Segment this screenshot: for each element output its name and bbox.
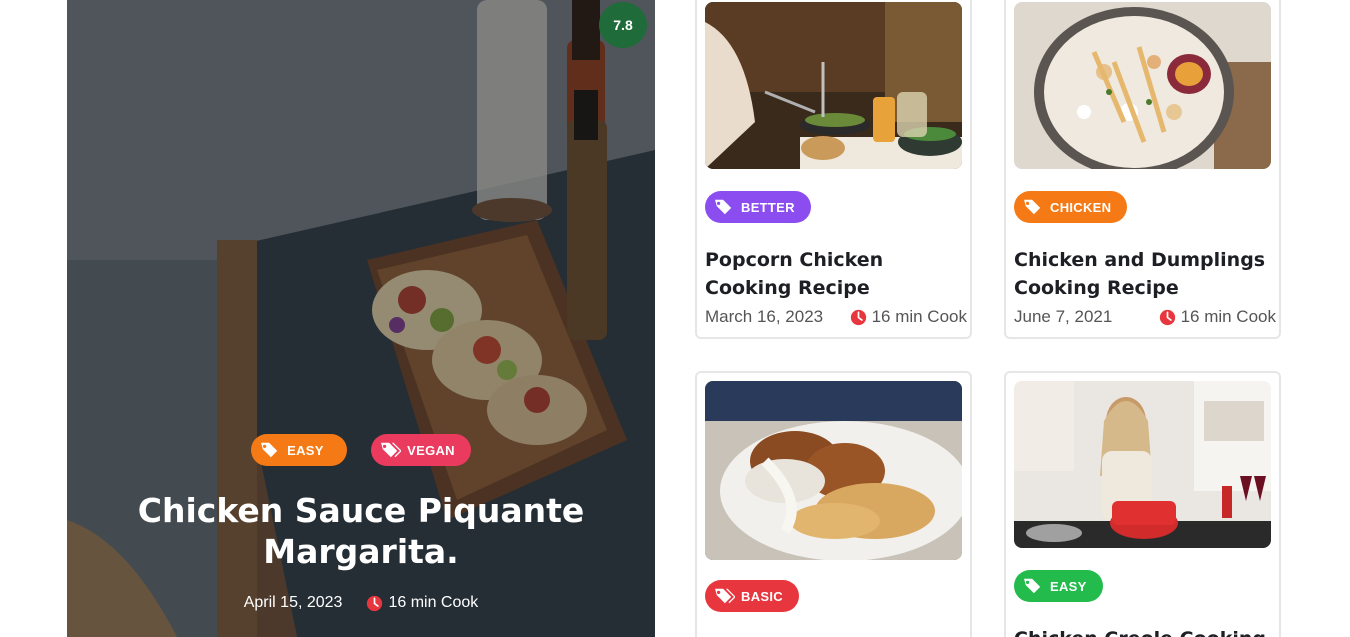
recipe-card[interactable]: CHICKEN Chicken and Dumplings Cooking Re… [1004, 0, 1281, 339]
tag-icon [715, 588, 735, 604]
cook-time-label: 16 min Cook [1180, 307, 1276, 326]
cook-time: 16 min Cook [850, 307, 967, 327]
cook-time-label: 16 min Cook [871, 307, 967, 326]
post-date: April 15, 2023 [243, 594, 343, 611]
recipe-title[interactable]: Chicken and Dumplings Cooking Recipe [1014, 246, 1276, 302]
recipe-image [1014, 2, 1271, 169]
tag-easy[interactable]: EASY [1014, 570, 1103, 602]
tag-label: VEGAN [407, 442, 455, 458]
recipe-title[interactable]: Popcorn Chicken Cooking Recipe [705, 246, 967, 302]
post-date: March 16, 2023 [705, 307, 824, 326]
clock-icon [850, 309, 866, 325]
rating-badge: 7.8 [599, 2, 647, 48]
cook-time: 16 min Cook [1159, 307, 1276, 327]
recipe-card[interactable]: EASY Chicken Creole Cooking [1004, 371, 1281, 637]
tag-chicken[interactable]: CHICKEN [1014, 191, 1128, 223]
recipe-image [1014, 381, 1271, 548]
recipe-image [705, 381, 962, 560]
clock-icon [367, 595, 383, 611]
tag-icon [1024, 199, 1041, 215]
cook-time: 16 min Cook [366, 594, 478, 612]
cook-time-label: 16 min Cook [388, 594, 479, 611]
clock-icon [1159, 309, 1175, 325]
tag-label: CHICKEN [1050, 199, 1112, 215]
tag-label: BETTER [741, 199, 795, 215]
tag-better[interactable]: BETTER [705, 191, 811, 223]
tag-basic[interactable]: BASIC [705, 580, 799, 612]
featured-recipe-card[interactable]: 7.8 EASY VEGAN Chicken Sauce Piquante Ma… [67, 0, 655, 637]
recipe-card[interactable]: BASIC [695, 371, 972, 637]
tag-icon [715, 199, 732, 215]
recipe-title[interactable]: Chicken Creole Cooking [1014, 625, 1276, 637]
tag-label: BASIC [741, 588, 783, 604]
tag-label: EASY [287, 442, 324, 458]
featured-recipe-meta: April 15, 2023 16 min Cook [67, 594, 655, 612]
recipe-card[interactable]: BETTER Popcorn Chicken Cooking Recipe Ma… [695, 0, 972, 339]
featured-recipe-title[interactable]: Chicken Sauce Piquante Margarita. [127, 490, 595, 572]
tag-label: EASY [1050, 578, 1087, 594]
featured-tag-list: EASY VEGAN [67, 434, 655, 466]
tag-easy[interactable]: EASY [251, 434, 348, 466]
tag-icon [1024, 578, 1041, 594]
recipe-meta: June 7, 2021 16 min Cook [1014, 307, 1276, 327]
recipe-meta: March 16, 2023 16 min Cook [705, 307, 967, 327]
recipe-image [705, 2, 962, 169]
tag-icon [261, 442, 278, 458]
tag-icon [381, 442, 402, 458]
post-date: June 7, 2021 [1014, 307, 1113, 326]
tag-vegan[interactable]: VEGAN [371, 434, 471, 466]
